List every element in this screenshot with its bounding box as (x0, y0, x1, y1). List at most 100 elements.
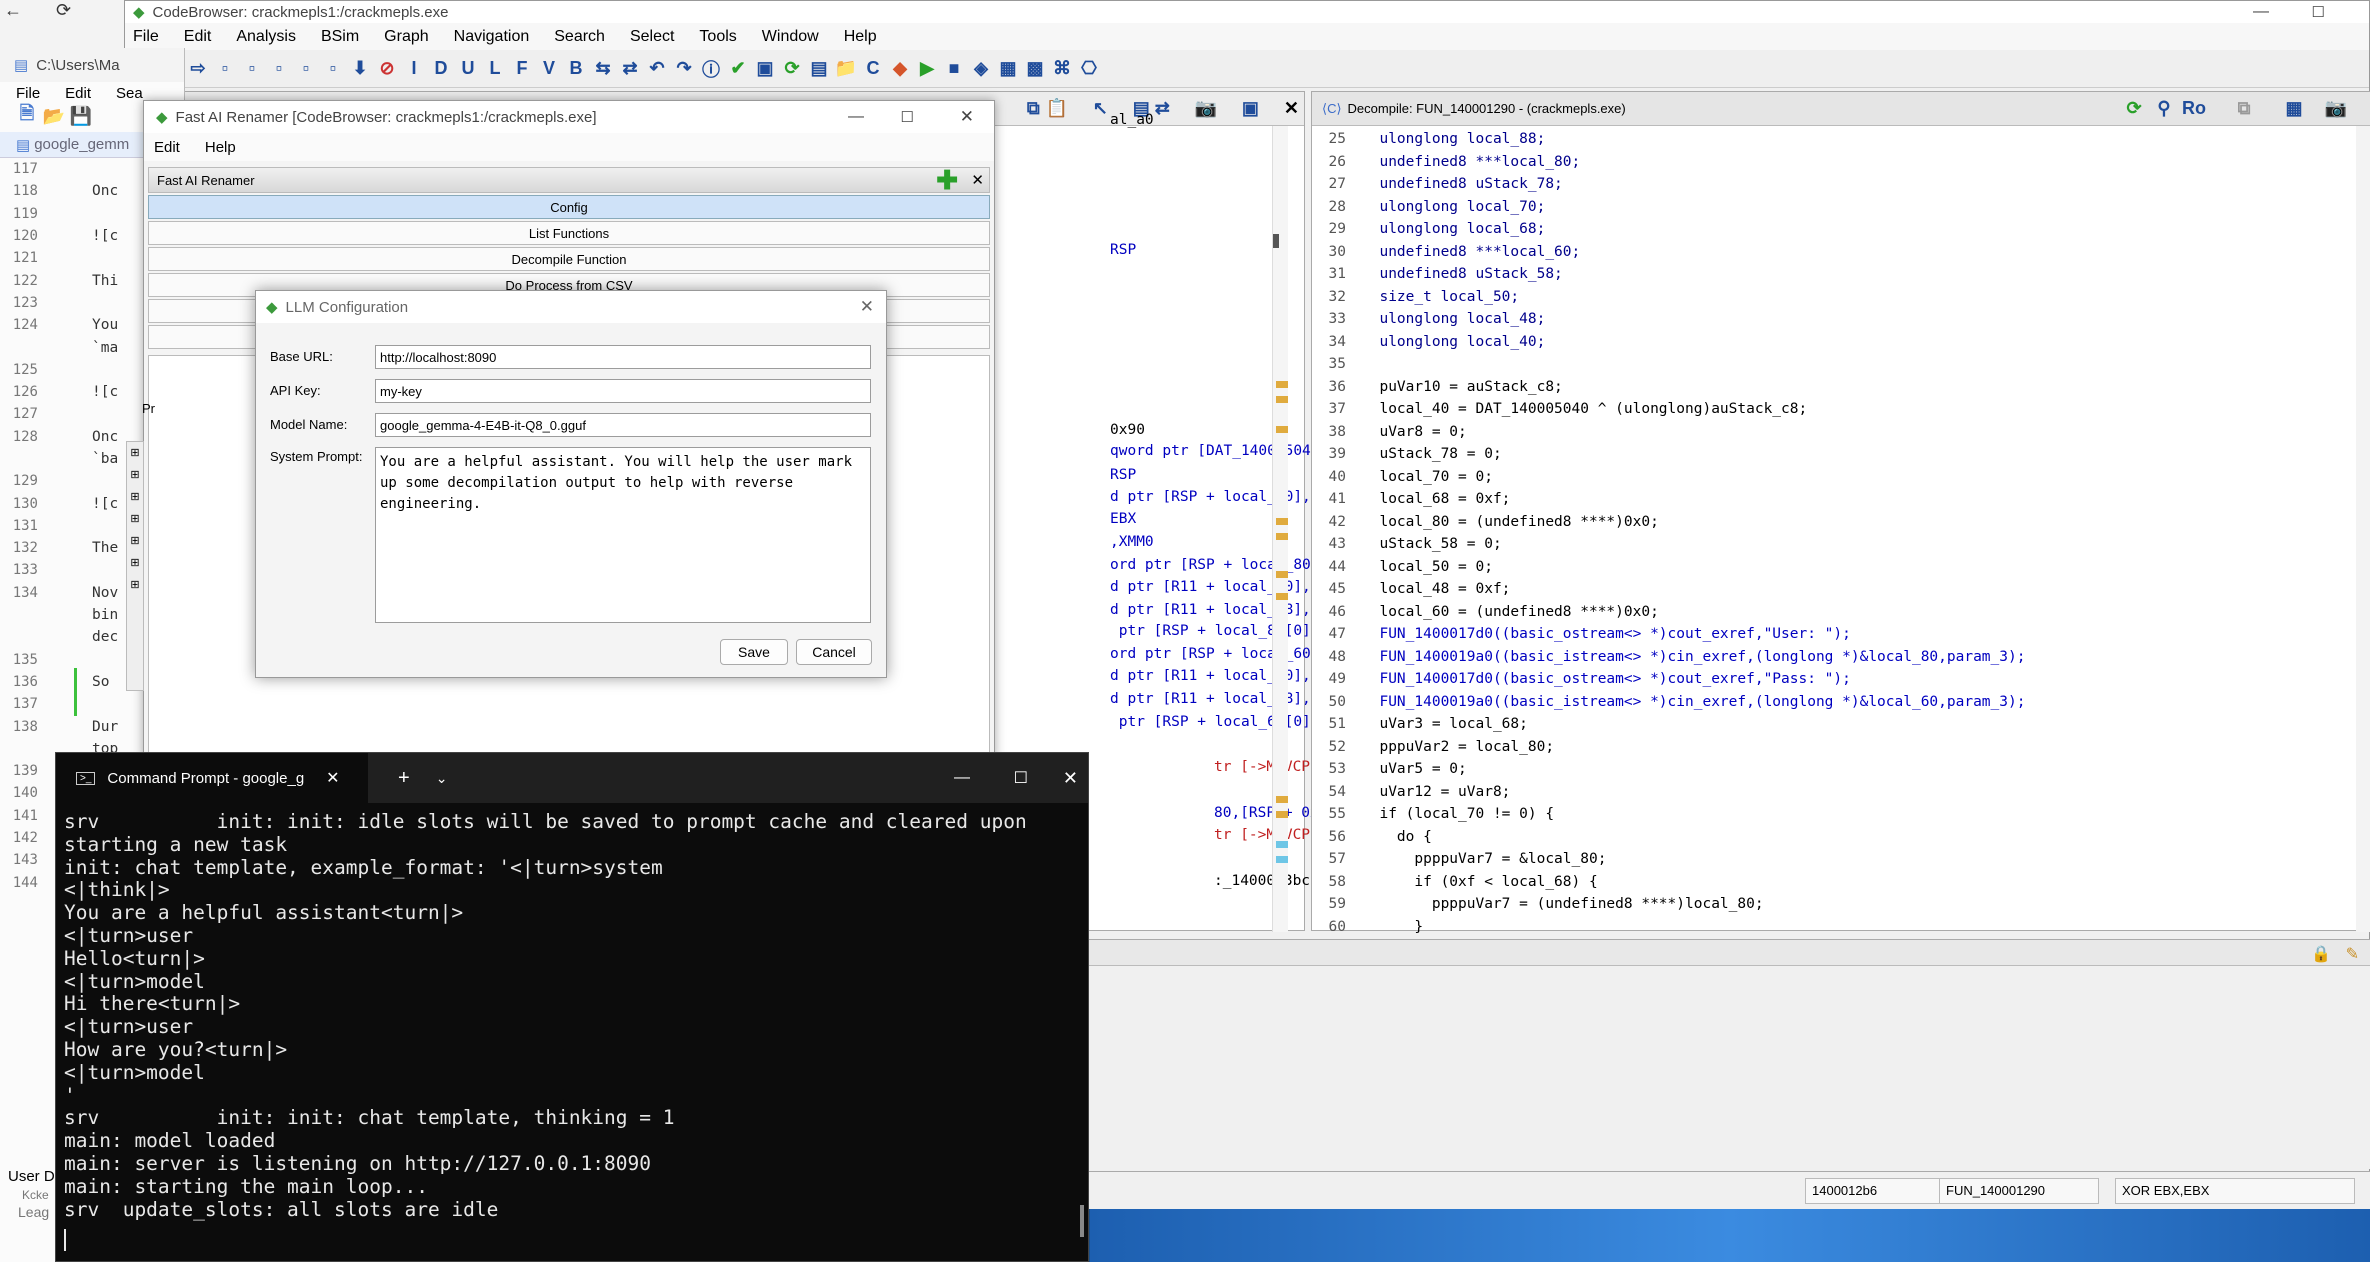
menu-bsim[interactable]: BSim (321, 28, 359, 46)
decompile-graph-icon[interactable]: ⚲ (2153, 98, 2175, 120)
menu-graph[interactable]: Graph (384, 28, 428, 46)
ext-icon[interactable]: ⎔ (1078, 58, 1100, 80)
menu-help[interactable]: Help (844, 28, 877, 46)
down-arrow-icon[interactable]: ⬇ (349, 58, 371, 80)
nav5-icon[interactable]: ▫ (322, 58, 344, 80)
terminal-tab-close-icon[interactable]: ✕ (326, 768, 339, 788)
new-tab-icon[interactable]: + (398, 767, 410, 790)
terminal-close-icon[interactable]: ✕ (1063, 768, 1078, 789)
play-icon[interactable]: ▶ (916, 58, 938, 80)
i-icon[interactable]: I (403, 58, 425, 80)
tab-dropdown-icon[interactable]: ⌄ (436, 770, 448, 787)
model-name-field[interactable]: google_gemma-4-E4B-it-Q8_0.gguf (375, 413, 871, 437)
cursor-icon[interactable]: ↖ (1093, 98, 1108, 120)
folder-icon[interactable]: 📁 (835, 58, 857, 80)
api-key-field[interactable]: my-key (375, 379, 871, 403)
tree-icon[interactable]: ⌘ (1051, 58, 1073, 80)
pencil-icon[interactable]: ✎ (2346, 944, 2359, 964)
decompile-camera-icon[interactable]: 📷 (2325, 98, 2347, 120)
d-icon[interactable]: D (430, 58, 452, 80)
diff-icon[interactable]: ⇄ (1155, 98, 1170, 120)
terminal-tab[interactable]: >_ Command Prompt - google_g ✕ (56, 753, 368, 803)
l-icon[interactable]: L (484, 58, 506, 80)
camera-icon[interactable]: 📷 (1195, 98, 1217, 120)
notepad-menu-sea[interactable]: Sea (116, 85, 143, 102)
menu-select[interactable]: Select (630, 28, 674, 46)
back-icon[interactable]: ← (4, 0, 22, 21)
tab-decompile-function[interactable]: Decompile Function (148, 247, 990, 271)
renamer-menu-edit[interactable]: Edit (154, 139, 180, 156)
table-icon[interactable]: ▤ (808, 58, 830, 80)
menu-tools[interactable]: Tools (699, 28, 736, 46)
diamond2-icon[interactable]: ◈ (970, 58, 992, 80)
tab-config[interactable]: Config (148, 195, 990, 219)
img-icon[interactable]: ▣ (754, 58, 776, 80)
terminal-maximize-icon[interactable]: ☐ (1014, 768, 1028, 788)
minimize-icon[interactable]: — (2253, 3, 2269, 21)
code-text: local_80 = (undefined8 ****)0x0; (1362, 513, 1659, 530)
decompile-refresh-icon[interactable]: ⟳ (2123, 98, 2145, 120)
decompile-export-icon[interactable]: ▦ (2283, 98, 2305, 120)
decompile-code[interactable]: 25 ulonglong local_88; 26 undefined8 ***l… (1312, 126, 2370, 938)
check-icon[interactable]: ✔ (727, 58, 749, 80)
paste-icon[interactable]: 📋 (1045, 98, 1067, 120)
system-prompt-textarea[interactable]: You are a helpful assistant. You will he… (375, 447, 871, 623)
decompile-scrollbar[interactable] (2356, 126, 2370, 932)
listing-scrollbar[interactable] (1272, 126, 1288, 932)
renamer-minimize-icon[interactable]: — (848, 108, 864, 126)
tab-list-functions[interactable]: List Functions (148, 221, 990, 245)
grid2-icon[interactable]: ▩ (1024, 58, 1046, 80)
diamond-icon[interactable]: ◆ (889, 58, 911, 80)
menu-search[interactable]: Search (554, 28, 605, 46)
save-icon[interactable]: 💾 (70, 105, 92, 127)
decompile-ro-icon[interactable]: Ro (2182, 98, 2206, 120)
add-icon[interactable]: ✚ (936, 167, 958, 193)
refresh-icon[interactable]: ⟳ (781, 58, 803, 80)
forward-icon[interactable]: ⇨ (187, 58, 209, 80)
renamer-menu-help[interactable]: Help (205, 139, 236, 156)
lock-icon[interactable]: 🔒 (2311, 944, 2331, 964)
ref2-icon[interactable]: ⇄ (619, 58, 641, 80)
menu-navigation[interactable]: Navigation (454, 28, 530, 46)
renamer-maximize-icon[interactable]: ☐ (901, 108, 914, 126)
save-button[interactable]: Save (720, 639, 788, 665)
ref1-icon[interactable]: ⇆ (592, 58, 614, 80)
listing-close-icon[interactable]: ✕ (1284, 98, 1299, 120)
nav1-icon[interactable]: ▫ (214, 58, 236, 80)
renamer-close-icon[interactable]: ✕ (960, 107, 974, 127)
refresh-icon[interactable]: ⟳ (56, 0, 71, 21)
u-icon[interactable]: U (457, 58, 479, 80)
nav2-icon[interactable]: ▫ (241, 58, 263, 80)
terminal-minimize-icon[interactable]: — (954, 769, 970, 787)
notepad-menu-file[interactable]: File (16, 85, 40, 102)
menu-icon[interactable]: ▣ (1242, 98, 1259, 120)
code-icon[interactable]: C (862, 58, 884, 80)
base-url-field[interactable]: http://localhost:8090 (375, 345, 871, 369)
llm-config-close-icon[interactable]: ✕ (860, 297, 874, 317)
menu-analysis[interactable]: Analysis (236, 28, 296, 46)
terminal-output[interactable]: srv init: init: idle slots will be saved… (56, 803, 1088, 1221)
undo-icon[interactable]: ↶ (646, 58, 668, 80)
maximize-icon[interactable]: ☐ (2312, 3, 2325, 21)
copy-icon[interactable]: ⧉ (1026, 98, 1041, 120)
stop2-icon[interactable]: ■ (943, 58, 965, 80)
f-icon[interactable]: F (511, 58, 533, 80)
decompile-copy-icon[interactable]: ⧉ (2233, 98, 2255, 120)
redo-icon[interactable]: ↷ (673, 58, 695, 80)
cancel-button[interactable]: Cancel (796, 639, 872, 665)
menu-window[interactable]: Window (762, 28, 819, 46)
menu-edit[interactable]: Edit (184, 28, 212, 46)
terminal-scrollbar[interactable] (1080, 1205, 1084, 1237)
b-icon[interactable]: B (565, 58, 587, 80)
nav3-icon[interactable]: ▫ (268, 58, 290, 80)
notepad-menu-edit[interactable]: Edit (65, 85, 91, 102)
panel-close-icon[interactable]: ✕ (971, 171, 984, 189)
stop-icon[interactable]: ⊘ (376, 58, 398, 80)
menu-file[interactable]: File (133, 28, 159, 46)
grid-icon[interactable]: ▦ (997, 58, 1019, 80)
open-icon[interactable]: 📂 (43, 105, 65, 127)
new-icon[interactable]: 🗎 (16, 103, 38, 127)
v-icon[interactable]: V (538, 58, 560, 80)
nav4-icon[interactable]: ▫ (295, 58, 317, 80)
info-icon[interactable]: ⓘ (700, 58, 722, 80)
